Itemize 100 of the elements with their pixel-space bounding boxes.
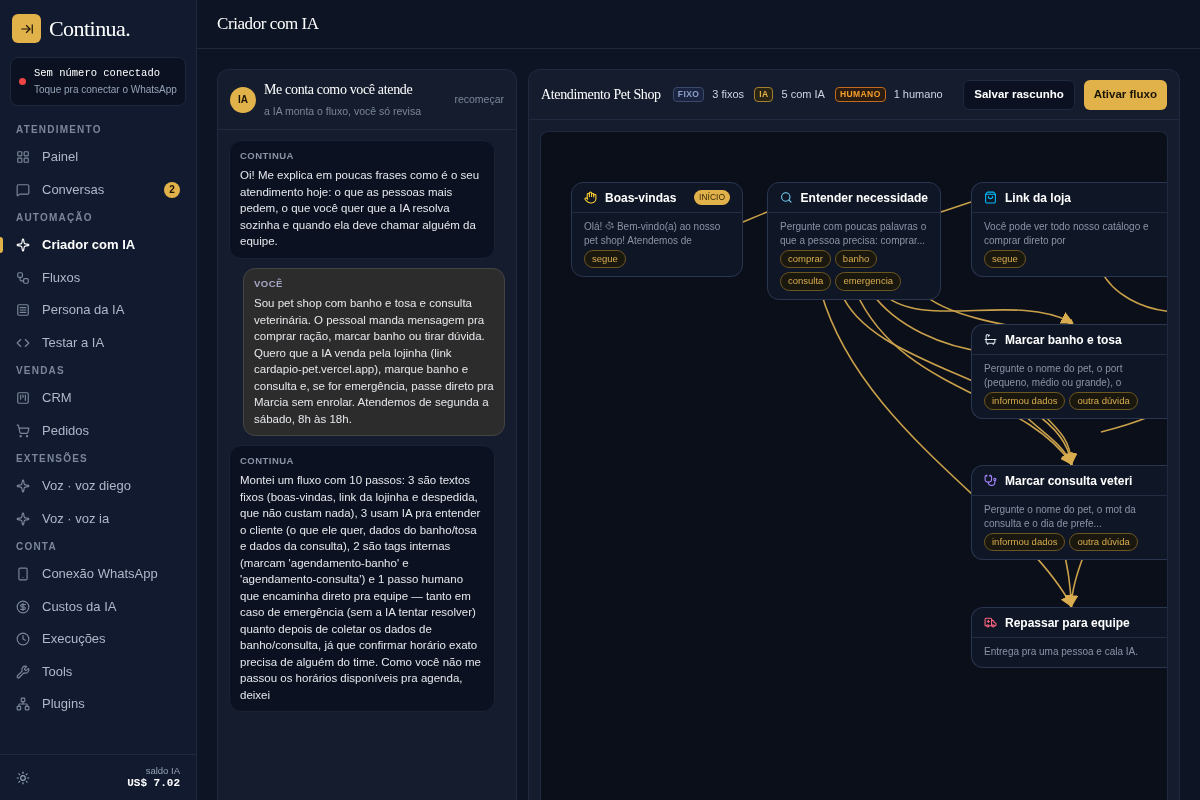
chat-icon (16, 182, 30, 197)
chat-title: Me conta como você atende (264, 81, 414, 100)
type-tag: HUMANO (834, 87, 886, 102)
nav-item[interactable]: Persona da IA (0, 293, 196, 327)
connection-hint: Toque pra conectar o WhatsApp (34, 82, 177, 97)
hand-icon (584, 191, 597, 204)
wrench-icon (16, 664, 30, 679)
flow-title: Atendimento Pet Shop (541, 86, 661, 104)
ambulance-icon (984, 616, 997, 629)
section-heading: AUTOMAÇÃO (15, 210, 94, 225)
type-tag: IA (754, 87, 774, 102)
nav-item[interactable]: Conexão WhatsApp (0, 557, 196, 591)
output-tag: outra dúvida (1069, 392, 1138, 411)
cart-icon (16, 423, 30, 438)
message-sender: VOCÊ (254, 276, 284, 291)
section-heading: EXTENSÕES (15, 451, 89, 466)
section-heading: CONTA (15, 539, 58, 554)
section-heading: VENDAS (15, 363, 66, 378)
search-icon (780, 191, 793, 204)
theme-toggle-icon[interactable] (16, 770, 30, 785)
node-title: Entender necessidade (800, 189, 928, 207)
page-title: Criador com IA (217, 13, 319, 36)
nav-item[interactable]: Tools (0, 655, 196, 688)
connector (742, 211, 768, 223)
node-description: Olá! Bem-vindo(a) ao nosso pet shop! Atendemos de (584, 220, 722, 248)
type-count: 3 fixos (712, 87, 745, 103)
nav-item[interactable]: Criador com IA (0, 228, 196, 262)
flow-node[interactable]: Boas-vindas INÍCIO Olá! Bem-vindo(a) ao nosso pet shop! Atendemos de segue (571, 182, 743, 278)
logo-icon (12, 14, 41, 43)
bag-icon (984, 191, 997, 204)
flow-node[interactable]: Marcar banho e tosa Pergunte o nome do pet, o port (pequeno, médio ou grande), o informou dados outra dúvida (971, 324, 1167, 420)
dollar-icon (16, 599, 30, 614)
nav-item[interactable]: CRM (0, 381, 196, 415)
stethoscope-icon (984, 474, 997, 487)
nav-item[interactable]: Plugins (0, 687, 196, 721)
save-draft-button[interactable]: Salvar rascunho (963, 79, 1075, 110)
node-description: Pergunte o nome do pet, o mot da consulta e o dia de prefe... (984, 503, 1137, 531)
type-count: 1 humano (893, 87, 943, 103)
output-tag: comprar (780, 250, 831, 269)
node-description: Você pode ver todo nosso catálogo e comprar direto por (984, 220, 1150, 248)
message-sender: CONTINUA (240, 454, 295, 468)
connection-card[interactable]: Sem número conectado Toque pra conectar o WhatsApp (10, 57, 186, 106)
activate-button[interactable]: Ativar fluxo (1083, 79, 1167, 110)
count-badge: 2 (164, 181, 180, 198)
balance-value: US$ 7.02 (127, 776, 180, 791)
nav-item[interactable]: Custos da IA (0, 590, 196, 623)
message-text: Montei um fluxo com 10 passos: 3 são textos fixos (boas-vindas, link da lojinha e despedida, que não custam nada), 3 usam IA pra entender o cliente (o que ele quer, dados do banho/tosa e dados da consulta), 2 são tags internas (marcam 'agendamento-banho' e 'agendamento-consulta') e 1 passo humano que encaminha direto pra equipe — tanto em caso de emergência (sem a IA tentar resolver) quanto depois de coletar os dados de banho/consulta, já que confirmar horário exato precisa de alguém do time. Como você não me passou os horários disponíveis pra agenda, deixei (240, 473, 482, 703)
flow-node[interactable]: Link da loja Você pode ver todo nosso catálogo e comprar direto por segue (971, 182, 1167, 278)
output-tag: banho (834, 250, 878, 269)
clock-icon (16, 632, 30, 646)
node-description: Pergunte o nome do pet, o port (pequeno, médio ou grande), o (984, 362, 1124, 390)
bathtub-icon (984, 333, 997, 346)
flow-node[interactable]: Marcar consulta veteri Pergunte o nome do pet, o mot da consulta e o dia de prefe... informou dados outra dúvida (971, 465, 1167, 561)
node-title: Link da loja (1005, 189, 1071, 207)
nav-item[interactable]: Voz · voz ia (0, 502, 196, 535)
output-tag: consulta (780, 272, 832, 291)
flow-node[interactable]: Repassar para equipe Entrega pra uma pessoa e cala IA. (971, 607, 1167, 668)
chat-subtitle: a IA monta o fluxo, você só revisa (264, 104, 422, 120)
section-heading: ATENDIMENTO (15, 122, 103, 137)
paw-icon (605, 221, 615, 230)
message-text: Oi! Me explica em poucas frases como é o seu atendimento hoje: o que as pessoas mais pedem, o que você quer que a IA resolva sozinha e quando ela deve chamar alguém da equipe. (240, 168, 481, 250)
type-count: 5 com IA (781, 87, 825, 103)
grid-icon (16, 150, 30, 164)
nav-item[interactable]: Pedidos (0, 414, 196, 447)
document-icon (16, 303, 30, 317)
type-tag: FIXO (672, 87, 705, 102)
nav-item[interactable]: Voz · voz diego (0, 469, 196, 503)
brand-name: Continua. (49, 15, 131, 43)
sparkle-icon (16, 238, 30, 252)
nav-item[interactable]: Execuções (0, 622, 196, 656)
node-title: Marcar banho e tosa (1005, 331, 1122, 349)
node-title: Marcar consulta veteri (1005, 472, 1133, 490)
node-description: Entrega pra uma pessoa e cala IA. (984, 645, 1139, 659)
connector (940, 201, 972, 213)
output-tag: segue (984, 250, 1026, 269)
sparkle-icon (16, 479, 30, 493)
message-text: Sou pet shop com banho e tosa e consulta veterinária. O pessoal manda mensagem pra comprar ração, marcar banho ou tirar dúvida. Quero que a IA venda pela lojinha (link cardapio-pet.vercel.app), marque banho e consulta e, se for emergência, passe direto pra Marcia sem enrolar. Atendemos de segunda a sábado, 8h às 18h. (254, 296, 494, 427)
nav-item[interactable]: Painel (0, 140, 196, 174)
network-icon (16, 697, 30, 711)
nav-item[interactable]: Testar a IA (0, 326, 196, 359)
node-title: Repassar para equipe (1005, 614, 1130, 632)
nav-item[interactable]: Fluxos (0, 261, 196, 294)
assistant-avatar: IA (230, 86, 256, 113)
balance-label: saldo IA (145, 764, 180, 777)
output-tag: informou dados (984, 392, 1066, 411)
connection-title: Sem número conectado (34, 66, 162, 81)
restart-link[interactable]: recomeçar (454, 91, 504, 108)
start-badge: INÍCIO (694, 190, 730, 205)
output-tag: informou dados (984, 533, 1066, 552)
output-tag: segue (584, 250, 626, 269)
output-tag: emergencia (835, 272, 902, 291)
message-sender: CONTINUA (240, 149, 295, 163)
nav-item[interactable]: Conversas 2 (0, 173, 196, 206)
workflow-icon (16, 270, 30, 285)
node-title: Boas-vindas (605, 189, 677, 207)
output-tag: outra dúvida (1069, 533, 1138, 552)
kanban-icon (16, 391, 30, 405)
node-description: Pergunte com poucas palavras o que a pessoa precisa: comprar... (780, 220, 928, 248)
flow-node[interactable]: Entender necessidade Pergunte com poucas palavras o que a pessoa precisa: comprar... comprar banho consulta emergencia (767, 182, 941, 300)
sparkle-icon (16, 511, 30, 526)
